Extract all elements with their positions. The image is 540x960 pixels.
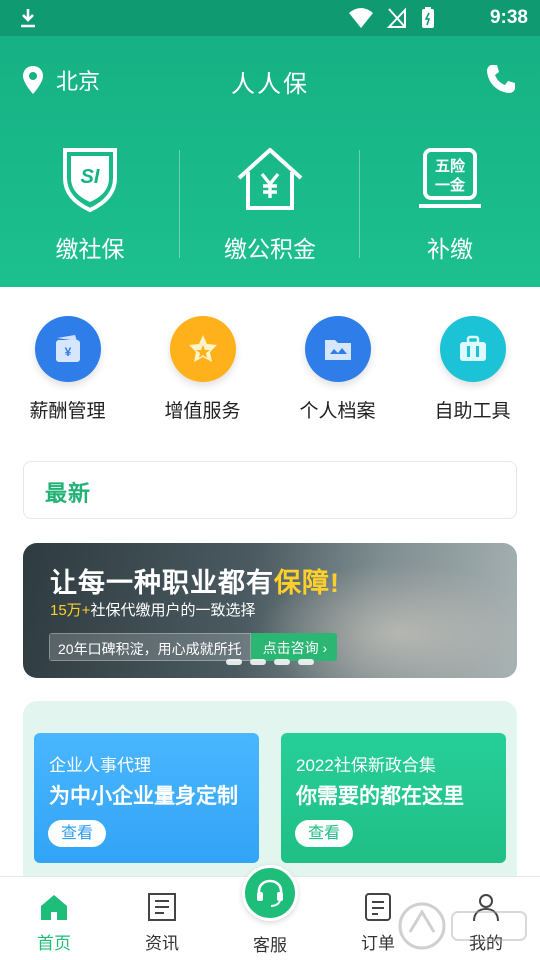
carousel-dot[interactable] [250,659,266,665]
tab-orders-label: 订单 [361,934,395,953]
five-insurances-icon: 五险 一金 [419,148,481,208]
promo-banner[interactable]: 让每一种职业都有保障! 15万+社保代缴用户的一致选择 20年口碑积淀，用心成就… [23,543,517,678]
tab-customer-service[interactable]: 客服 [216,865,324,960]
card-enterprise-title: 企业人事代理 [49,756,151,775]
carousel-dot[interactable] [274,659,290,665]
card-policy-collection[interactable]: 2022社保新政合集 你需要的都在这里 查看 [281,733,506,863]
no-signal-icon [386,7,406,28]
news-icon [148,893,176,921]
banner-headline-main: 让每一种职业都有 [50,568,274,598]
carousel-dot[interactable] [298,659,314,665]
order-icon [365,893,391,921]
latest-tag: 最新 [45,481,92,506]
house-yen-icon [237,148,303,210]
carousel-indicator [226,659,314,665]
tab-home[interactable]: 首页 [0,877,108,960]
banner-pill: 20年口碑积淀，用心成就所托 点击咨询 › [49,633,338,661]
star-badge-icon [169,316,236,382]
quick-tools: ¥ 薪酬管理 增值服务 个人档案 自助工具 [0,316,540,426]
card-policy-title: 2022社保新政合集 [296,756,436,775]
banner-subtitle: 15万+社保代缴用户的一致选择 [50,599,255,620]
supplementary-payment-button[interactable]: 五险 一金 补缴 [360,144,540,264]
pay-social-insurance-label: 缴社保 [55,236,125,262]
tab-news[interactable]: 资讯 [108,877,216,960]
consult-button[interactable]: 点击咨询 › [250,633,338,661]
banner-subtitle-text: 社保代缴用户的一致选择 [90,602,256,619]
primary-actions: SI 缴社保 缴公积金 五险 一金 补缴 [0,144,540,264]
card-enterprise-hr[interactable]: 企业人事代理 为中小企业量身定制 查看 [34,733,259,863]
watermark-logo [398,902,527,950]
five-insurances-line1: 五险 [435,157,466,175]
folder-icon [304,316,371,382]
wallet-icon: ¥ [34,316,101,382]
banner-user-count: 15万+ [50,602,91,619]
battery-icon [422,7,434,28]
page-title: 人人保 [231,71,309,98]
status-icons [348,6,436,30]
tool-personal-file[interactable]: 个人档案 [270,316,405,426]
tool-personal-file-label: 个人档案 [299,401,376,422]
card-policy-view-button[interactable]: 查看 [295,820,353,847]
pay-social-insurance-button[interactable]: SI 缴社保 [0,144,180,264]
tool-salary-label: 薪酬管理 [29,401,106,422]
card-enterprise-view-button[interactable]: 查看 [48,820,106,847]
status-bar: 9:38 [0,0,540,36]
tool-self-service[interactable]: 自助工具 [405,316,540,426]
wifi-icon [349,8,373,28]
tab-news-label: 资讯 [145,934,179,953]
banner-headline: 让每一种职业都有保障! [50,561,340,600]
card-enterprise-subtitle: 为中小企业量身定制 [49,785,238,808]
header: 北京 人人保 SI 缴社保 缴公积金 五险 一金 补缴 [0,36,540,287]
home-icon [41,895,67,920]
phone-icon[interactable] [484,62,518,96]
tool-value-added-label: 增值服务 [164,401,241,422]
latest-news-bar[interactable]: 最新 [23,461,517,519]
card-policy-subtitle: 你需要的都在这里 [296,785,464,808]
svg-text:¥: ¥ [64,345,71,359]
status-time: 9:38 [489,7,528,28]
tool-value-added-services[interactable]: 增值服务 [135,316,270,426]
tab-customer-service-label: 客服 [253,936,287,955]
toolbox-icon [439,316,506,382]
tool-self-service-label: 自助工具 [434,401,511,422]
svg-text:SI: SI [81,166,100,188]
banner-pill-text: 20年口碑积淀，用心成就所托 [49,633,251,661]
banner-headline-highlight: 保障! [274,568,340,598]
carousel-dot[interactable] [226,659,242,665]
supplementary-payment-label: 补缴 [427,236,473,262]
tool-salary-management[interactable]: ¥ 薪酬管理 [0,316,135,426]
tab-home-label: 首页 [37,934,71,953]
pay-housing-fund-button[interactable]: 缴公积金 [180,144,360,264]
si-shield-icon: SI [63,148,117,213]
headset-icon [242,865,298,921]
pay-housing-fund-label: 缴公积金 [224,236,316,262]
five-insurances-line2: 一金 [435,176,466,194]
download-icon [21,9,35,28]
